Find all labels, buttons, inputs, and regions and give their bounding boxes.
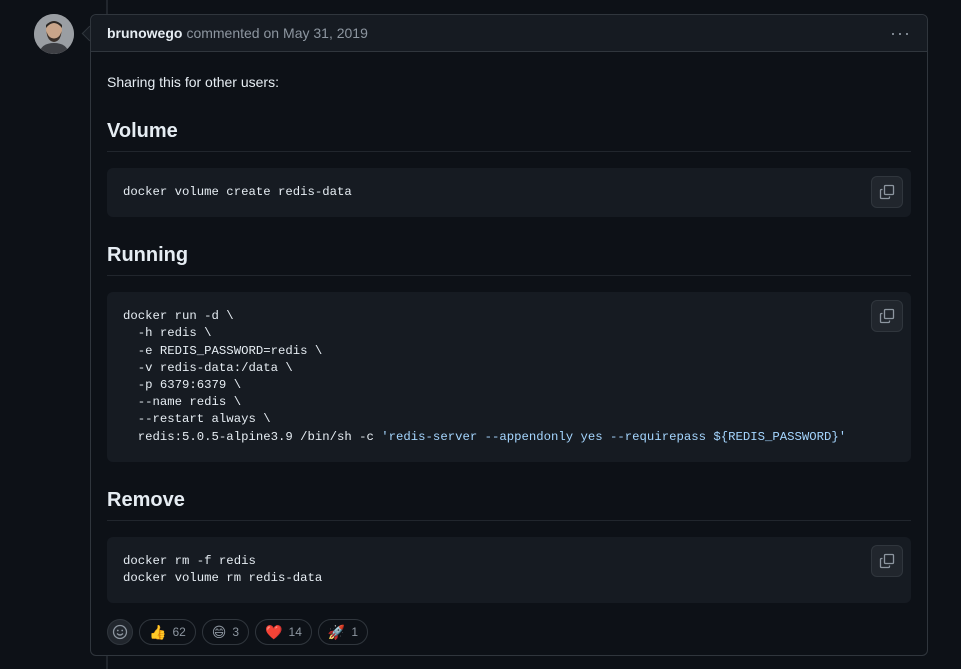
avatar[interactable] bbox=[34, 14, 74, 54]
reaction-thumbs-up[interactable]: 👍 62 bbox=[139, 619, 196, 646]
reaction-count: 1 bbox=[351, 625, 359, 640]
code-block-volume: docker volume create redis-data bbox=[107, 168, 911, 218]
kebab-menu-icon[interactable]: ··· bbox=[890, 24, 911, 42]
copy-icon bbox=[879, 309, 895, 324]
code-line: --restart always \ bbox=[123, 412, 271, 427]
copy-button[interactable] bbox=[871, 300, 903, 333]
rocket-icon: 🚀 bbox=[327, 624, 346, 641]
comment-header: brunowego commented on May 31, 2019 ··· bbox=[91, 15, 927, 52]
code-line: -h redis \ bbox=[123, 326, 212, 341]
code-line: --name redis \ bbox=[123, 395, 242, 410]
add-reaction-button[interactable] bbox=[107, 619, 133, 646]
reaction-count: 3 bbox=[232, 625, 240, 640]
copy-button[interactable] bbox=[871, 544, 903, 577]
code-line: docker run -d \ bbox=[123, 309, 234, 324]
code-block-running: docker run -d \ -h redis \ -e REDIS_PASS… bbox=[107, 292, 911, 462]
heading-remove: Remove bbox=[107, 486, 911, 521]
reaction-heart[interactable]: ❤️ 14 bbox=[255, 619, 312, 646]
comment: brunowego commented on May 31, 2019 ··· … bbox=[90, 14, 928, 656]
code-line: -e REDIS_PASSWORD=redis \ bbox=[123, 343, 323, 358]
intro-text: Sharing this for other users: bbox=[107, 74, 279, 90]
code-line: redis:5.0.5-alpine3.9 /bin/sh -c 'redis-… bbox=[123, 429, 895, 446]
comment-body: Sharing this for other users: Volume doc… bbox=[91, 52, 927, 646]
code-block-remove: docker rm -f redis docker volume rm redis… bbox=[107, 536, 911, 604]
reaction-count: 62 bbox=[172, 625, 186, 640]
reaction-count: 14 bbox=[288, 625, 302, 640]
reactions-bar: 👍 62 😄 3 ❤️ 14 🚀 1 bbox=[107, 619, 911, 646]
heading-running: Running bbox=[107, 241, 911, 277]
avatar-image bbox=[34, 14, 74, 54]
code-line: -v redis-data:/data \ bbox=[123, 360, 293, 375]
reaction-rocket[interactable]: 🚀 1 bbox=[317, 619, 369, 646]
code-line: docker rm -f redis bbox=[123, 553, 256, 568]
reaction-laugh[interactable]: 😄 3 bbox=[201, 619, 250, 646]
heart-icon: ❤️ bbox=[265, 624, 283, 641]
author-link[interactable]: brunowego bbox=[107, 25, 182, 41]
heading-volume: Volume bbox=[107, 117, 911, 152]
copy-button[interactable] bbox=[871, 176, 903, 208]
code-command: redis:5.0.5-alpine3.9 /bin/sh -c bbox=[123, 429, 382, 444]
laugh-icon: 😄 bbox=[211, 624, 227, 641]
smiley-icon bbox=[112, 625, 128, 640]
copy-icon bbox=[879, 553, 895, 568]
copy-icon bbox=[879, 184, 895, 200]
comment-action: commented on bbox=[186, 25, 280, 41]
code-line: docker volume rm redis-data bbox=[123, 571, 323, 586]
code-line: docker volume create redis-data bbox=[123, 185, 352, 199]
comment-date-link[interactable]: May 31, 2019 bbox=[283, 25, 368, 41]
thumbs-up-icon: 👍 bbox=[149, 624, 167, 641]
code-string: 'redis-server --appendonly yes --require… bbox=[381, 429, 847, 444]
code-line: -p 6379:6379 \ bbox=[123, 378, 242, 393]
